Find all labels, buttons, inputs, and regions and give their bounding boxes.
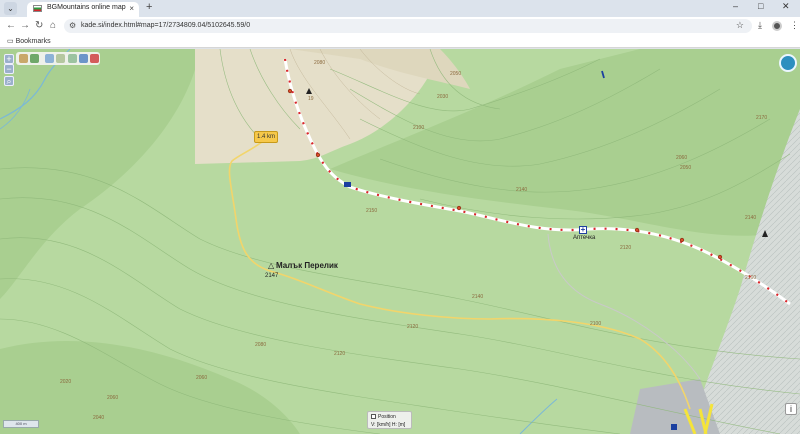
contour-label: 2080 [255, 342, 267, 348]
scale-label: 400 m [15, 421, 27, 426]
contour-label: 2140 [745, 215, 757, 221]
layers-icon[interactable] [779, 54, 797, 72]
zoom-in-button[interactable]: + [4, 54, 14, 64]
hut-number-label: 19 [308, 96, 314, 102]
tab-strip: ⌄ BGMountains online map × + – □ ✕ [0, 0, 800, 17]
back-icon[interactable]: ← [6, 20, 16, 31]
tab-close-icon[interactable]: × [129, 4, 134, 13]
contour-label: 2050 [680, 165, 692, 171]
locate-icon[interactable] [90, 54, 99, 63]
bookmark-star-icon[interactable]: ☆ [736, 20, 744, 31]
contour-label: 2060 [676, 155, 688, 161]
reload-icon[interactable]: ↻ [35, 20, 43, 31]
site-info-icon[interactable]: ⚙ [69, 21, 76, 30]
browser-toolbar: ← → ↻ ⌂ ⚙ kade.si/index.html#map=17/2734… [0, 17, 800, 35]
info-button[interactable]: i [785, 403, 797, 415]
contour-label: 2030 [437, 94, 449, 100]
measure-icon[interactable] [45, 54, 54, 63]
bookmarks-bar: ▭ Bookmarks [0, 35, 800, 48]
globe-icon[interactable] [30, 54, 39, 63]
home-map-icon[interactable] [19, 54, 28, 63]
elevation-icon[interactable] [56, 54, 65, 63]
scale-bar: 400 m [3, 420, 39, 428]
zoom-out-button[interactable]: − [4, 64, 14, 74]
home-icon[interactable]: ⌂ [50, 20, 56, 31]
peak-name: Малък Перелик [276, 261, 338, 270]
download-icon[interactable]: ⤓ [758, 20, 762, 31]
address-bar[interactable]: ⚙ kade.si/index.html#map=17/2734809.04/5… [64, 19, 752, 33]
new-tab-button[interactable]: + [146, 1, 152, 13]
contour-label: 2080 [314, 60, 326, 66]
position-label: Position [378, 414, 396, 420]
minimize-button[interactable]: – [733, 1, 738, 11]
terrain-layer [0, 49, 800, 434]
contour-label: 2140 [472, 294, 484, 300]
tab-search-icon[interactable]: ⌄ [4, 2, 17, 15]
route-icon[interactable] [68, 54, 77, 63]
forward-icon[interactable]: → [20, 20, 30, 31]
contour-label: 2170 [756, 115, 768, 121]
position-panel: Position V: [km/h] H: [m] [367, 411, 412, 429]
position-readout: V: [km/h] H: [m] [371, 422, 406, 428]
tab-active[interactable]: BGMountains online map × [27, 2, 139, 17]
bulgaria-flag-icon [33, 5, 42, 12]
menu-kebab-icon[interactable]: ⋮ [790, 20, 799, 31]
bookmarks-folder[interactable]: ▭ Bookmarks [7, 37, 51, 45]
maximize-button[interactable]: □ [758, 1, 763, 11]
bookmarks-label: Bookmarks [15, 38, 51, 45]
contour-label: 2040 [93, 415, 105, 421]
contour-label: 2120 [407, 324, 419, 330]
map-canvas[interactable]: 2080 2050 2030 2100 2140 2150 2120 2140 … [0, 49, 800, 434]
first-aid-icon: + [579, 225, 587, 234]
contour-label: 2100 [413, 125, 425, 131]
contour-label: 2020 [60, 379, 72, 385]
first-aid-label: Аптечка [573, 235, 596, 241]
tab-title: BGMountains online map [47, 4, 126, 11]
contour-label: 2100 [590, 321, 602, 327]
contour-label: 2120 [620, 245, 632, 251]
position-checkbox[interactable] [371, 414, 376, 419]
url-text[interactable]: kade.si/index.html#map=17/2734809.04/510… [81, 22, 250, 29]
contour-label: 2060 [196, 375, 208, 381]
distance-label: 1.4 km [254, 131, 278, 143]
contour-label: 2140 [516, 187, 528, 193]
peak-elevation: 2147 [265, 273, 279, 279]
contour-label: 2060 [107, 395, 119, 401]
contour-label: 2120 [334, 351, 346, 357]
profile-avatar[interactable] [772, 21, 782, 31]
contour-label: 2050 [450, 71, 462, 77]
summit-triangle-icon: △ [268, 261, 275, 270]
search-icon[interactable]: ⌕ [4, 76, 14, 86]
contour-label: 2160 [745, 275, 757, 281]
contour-label: 2150 [366, 208, 378, 214]
print-icon[interactable] [79, 54, 88, 63]
map-toolbar [16, 52, 100, 65]
close-window-button[interactable]: ✕ [782, 1, 790, 12]
